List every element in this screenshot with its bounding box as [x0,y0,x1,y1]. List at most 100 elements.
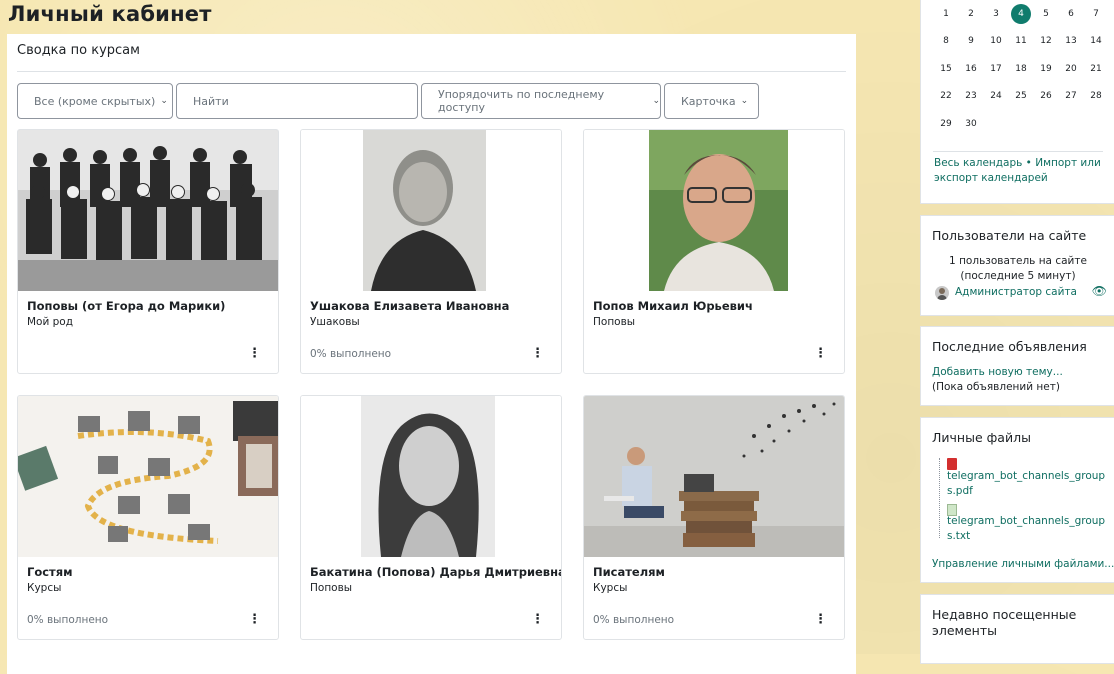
calendar-day[interactable]: 19 [1036,59,1056,79]
course-progress: 0% выполнено [27,614,109,626]
calendar-day[interactable]: 12 [1036,31,1056,51]
recent-items-title-line2: элементы [932,623,997,638]
link-separator: • [1025,157,1032,169]
course-image-portrait[interactable] [584,130,844,291]
calendar-day[interactable]: 9 [961,31,981,51]
calendar-day[interactable]: 8 [936,31,956,51]
no-news-text: (Пока объявлений нет) [932,381,1060,393]
online-count: 1 пользователь на сайте [949,255,1087,267]
course-card[interactable]: Бакатина (Попова) Дарья Дмитриевна Попов… [300,395,562,640]
more-actions-icon[interactable]: ⋮ [531,613,544,626]
online-period: (последние 5 минут) [960,270,1076,282]
more-actions-icon[interactable]: ⋮ [248,613,261,626]
course-card[interactable]: Писателям Курсы 0% выполнено ⋮ [583,395,845,640]
chevron-down-icon: ⌄ [160,96,168,106]
calendar-day[interactable]: 15 [936,59,956,79]
course-overview-block: Сводка по курсам Все (кроме скрытых) ⌄ Н… [7,34,856,674]
more-actions-icon[interactable]: ⋮ [814,347,827,360]
course-category: Мой род [27,316,73,328]
course-name[interactable]: Попов Михаил Юрьевич [593,299,753,313]
calendar-block: 1 2 3 4 5 6 7 8 9 10 11 12 13 14 15 16 17 18 19 20 21 22 23 24 2… [920,0,1114,204]
manage-files-link[interactable]: Управление личными файлами... [932,558,1114,570]
calendar-day[interactable]: 24 [986,86,1006,106]
grouping-label: Все (кроме скрытых) [34,94,156,108]
private-files-title: Личные файлы [932,430,1031,445]
course-name[interactable]: Бакатина (Попова) Дарья Дмитриевна [310,565,561,579]
calendar-day[interactable]: 23 [961,86,981,106]
course-image-infographic[interactable] [18,396,278,557]
course-category: Поповы [310,582,353,594]
course-category: Ушаковы [310,316,360,328]
calendar-day[interactable]: 20 [1061,59,1081,79]
course-name[interactable]: Поповы (от Егора до Марики) [27,299,225,313]
calendar-day[interactable]: 2 [961,4,981,24]
course-card[interactable]: Поповы (от Егора до Марики) Мой род ⋮ [17,129,279,374]
course-image-group-photo[interactable] [18,130,278,291]
divider [933,151,1103,152]
search-input[interactable]: Найти [176,83,418,119]
calendar-day[interactable]: 11 [1011,31,1031,51]
file-link[interactable]: telegram_bot_channels_group [947,469,1105,484]
chevron-down-icon: ⌄ [652,96,660,106]
calendar-day[interactable]: 17 [986,59,1006,79]
file-link-ext[interactable]: s.pdf [947,484,1105,499]
more-actions-icon[interactable]: ⋮ [248,347,261,360]
chevron-down-icon: ⌄ [740,96,749,106]
eye-icon[interactable]: 👁 [1092,284,1107,298]
file-link[interactable]: telegram_bot_channels_group [947,514,1105,529]
private-files-block: Личные файлы telegram_bot_channels_group… [920,417,1114,583]
sidebar: 1 2 3 4 5 6 7 8 9 10 11 12 13 14 15 16 17 18 19 20 21 22 23 24 2… [916,0,1114,664]
calendar-day[interactable]: 25 [1011,86,1031,106]
course-image-portrait[interactable] [301,130,561,291]
course-name[interactable]: Ушакова Елизавета Ивановна [310,299,509,313]
online-user-link[interactable]: Администратор сайта [955,286,1077,298]
calendar-day[interactable]: 18 [1011,59,1031,79]
calendar-day[interactable]: 10 [986,31,1006,51]
grouping-dropdown[interactable]: Все (кроме скрытых) ⌄ [17,83,173,119]
view-label: Карточка [681,94,736,108]
course-image-portrait[interactable] [301,396,561,557]
calendar-day[interactable]: 22 [936,86,956,106]
calendar-day[interactable]: 21 [1086,59,1106,79]
view-dropdown[interactable]: Карточка ⌄ [664,83,759,119]
course-image-writer[interactable] [584,396,844,557]
calendar-day[interactable]: 26 [1036,86,1056,106]
more-actions-icon[interactable]: ⋮ [531,347,544,360]
sort-label: Упорядочить по последнему доступу [438,88,605,114]
calendar-day[interactable]: 14 [1086,31,1106,51]
course-name[interactable]: Писателям [593,565,665,579]
recent-items-title: Недавно посещенные элементы [932,607,1076,639]
online-users-block: Пользователи на сайте 1 пользователь на … [920,215,1114,316]
online-users-title: Пользователи на сайте [932,228,1087,243]
file-link-ext[interactable]: s.txt [947,529,1105,544]
calendar-day-today[interactable]: 4 [1011,4,1031,24]
calendar-day[interactable]: 27 [1061,86,1081,106]
calendar-day[interactable]: 1 [936,4,956,24]
course-category: Курсы [27,582,62,594]
calendar-day[interactable]: 30 [961,114,981,134]
calendar-day[interactable]: 5 [1036,4,1056,24]
add-topic-link[interactable]: Добавить новую тему... [932,366,1063,378]
page-title: Личный кабинет [8,2,212,26]
course-card[interactable]: Попов Михаил Юрьевич Поповы ⋮ [583,129,845,374]
calendar-day[interactable]: 29 [936,114,956,134]
course-card[interactable]: Ушакова Елизавета Ивановна Ушаковы 0% вы… [300,129,562,374]
calendar-day[interactable]: 6 [1061,4,1081,24]
calendar-day[interactable]: 7 [1086,4,1106,24]
sort-dropdown[interactable]: Упорядочить по последнему доступу ⌄ [421,83,661,119]
course-progress: 0% выполнено [593,614,675,626]
calendar-day[interactable]: 3 [986,4,1006,24]
calendar-day[interactable]: 13 [1061,31,1081,51]
course-category: Поповы [593,316,636,328]
avatar[interactable] [935,286,949,300]
calendar-day[interactable]: 16 [961,59,981,79]
calendar-day[interactable]: 28 [1086,86,1106,106]
news-block: Последние объявления Добавить новую тему… [920,326,1114,406]
news-title: Последние объявления [932,339,1087,354]
full-calendar-link[interactable]: Весь календарь [934,157,1022,169]
tree-line [939,458,940,538]
course-card[interactable]: Гостям Курсы 0% выполнено ⋮ [17,395,279,640]
course-name[interactable]: Гостям [27,565,73,579]
divider [17,71,846,72]
more-actions-icon[interactable]: ⋮ [814,613,827,626]
